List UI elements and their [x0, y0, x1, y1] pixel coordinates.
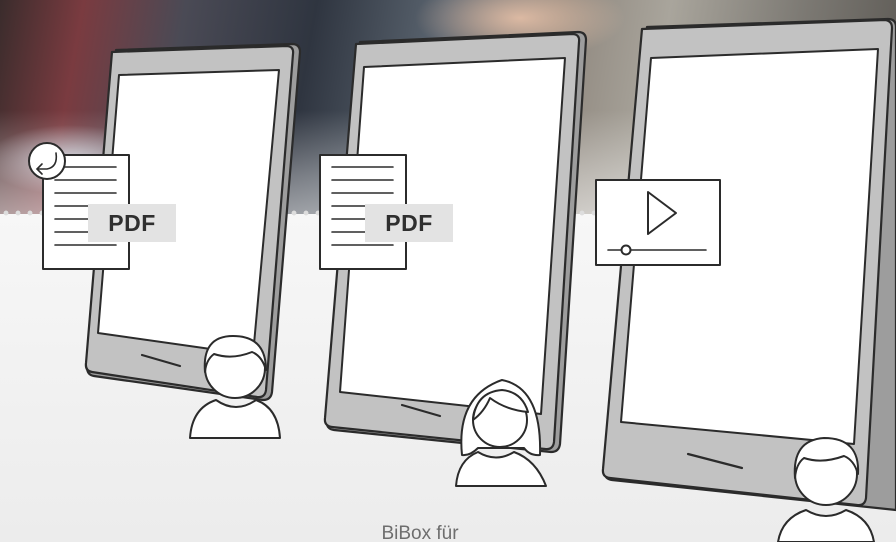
return-arrow-icon: [28, 142, 66, 180]
video-player-icon: [595, 179, 721, 266]
pdf-label-2: PDF: [365, 204, 453, 242]
tablet-illustration: .frame { fill: #c2c2c2; stroke: #2b2b2b;…: [28, 17, 896, 542]
pdf-label-1: PDF: [88, 204, 176, 242]
